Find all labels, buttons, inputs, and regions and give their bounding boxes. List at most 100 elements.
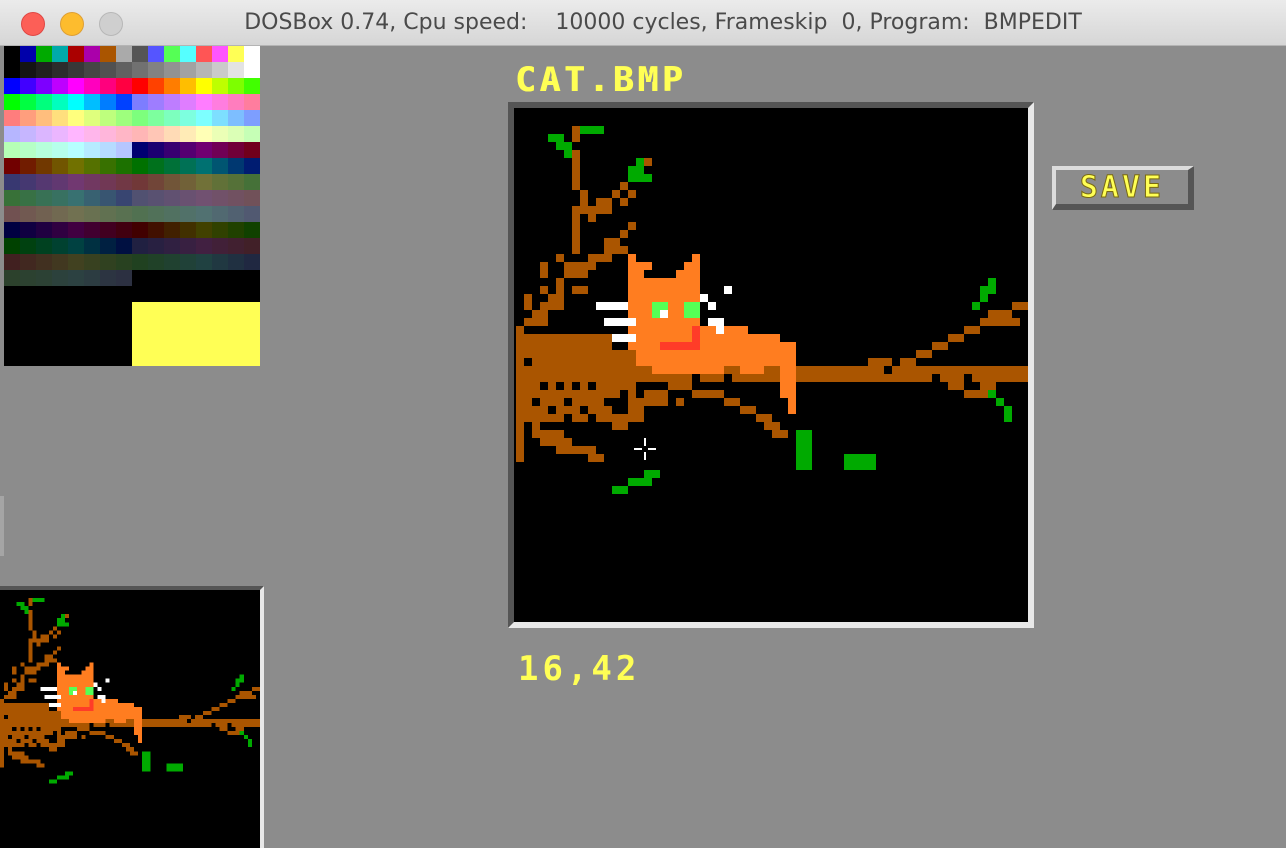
palette-swatch[interactable] xyxy=(164,110,180,126)
palette-swatch[interactable] xyxy=(84,110,100,126)
palette-swatch[interactable] xyxy=(180,158,196,174)
palette-swatch[interactable] xyxy=(116,62,132,78)
palette-swatch[interactable] xyxy=(148,110,164,126)
palette-swatch[interactable] xyxy=(148,158,164,174)
palette-swatch[interactable] xyxy=(212,126,228,142)
palette-swatch[interactable] xyxy=(164,158,180,174)
palette-swatch[interactable] xyxy=(228,222,244,238)
palette-swatch[interactable] xyxy=(68,238,84,254)
palette-swatch[interactable] xyxy=(52,190,68,206)
palette-swatch[interactable] xyxy=(164,254,180,270)
palette-swatch[interactable] xyxy=(228,110,244,126)
palette-swatch[interactable] xyxy=(84,158,100,174)
palette-swatch[interactable] xyxy=(148,142,164,158)
palette-swatch[interactable] xyxy=(84,46,100,62)
palette-swatch[interactable] xyxy=(100,206,116,222)
palette-swatch[interactable] xyxy=(180,110,196,126)
palette-swatch[interactable] xyxy=(4,206,20,222)
palette-swatch[interactable] xyxy=(196,46,212,62)
palette-swatch[interactable] xyxy=(116,222,132,238)
palette-swatch[interactable] xyxy=(4,94,20,110)
palette-swatch[interactable] xyxy=(52,222,68,238)
palette-swatch[interactable] xyxy=(228,190,244,206)
palette-swatch[interactable] xyxy=(36,94,52,110)
palette-swatch[interactable] xyxy=(196,62,212,78)
palette-swatch[interactable] xyxy=(244,238,260,254)
palette-swatch[interactable] xyxy=(36,270,52,286)
palette-swatch[interactable] xyxy=(132,46,148,62)
palette-swatch[interactable] xyxy=(132,126,148,142)
palette-swatch[interactable] xyxy=(244,174,260,190)
palette-swatch[interactable] xyxy=(244,46,260,62)
palette-swatch[interactable] xyxy=(180,94,196,110)
palette-swatch[interactable] xyxy=(164,62,180,78)
palette-swatch[interactable] xyxy=(228,238,244,254)
palette-swatch[interactable] xyxy=(100,238,116,254)
palette-swatch[interactable] xyxy=(68,62,84,78)
palette-swatch[interactable] xyxy=(68,222,84,238)
palette-swatch[interactable] xyxy=(212,78,228,94)
palette-swatch[interactable] xyxy=(132,142,148,158)
palette-swatch[interactable] xyxy=(52,126,68,142)
palette-swatch[interactable] xyxy=(132,238,148,254)
palette-swatch[interactable] xyxy=(132,78,148,94)
palette-swatch[interactable] xyxy=(196,142,212,158)
palette-swatch[interactable] xyxy=(212,46,228,62)
palette-swatch[interactable] xyxy=(164,46,180,62)
palette-swatch[interactable] xyxy=(68,110,84,126)
palette-swatch[interactable] xyxy=(20,238,36,254)
palette-swatch[interactable] xyxy=(68,254,84,270)
palette-swatch[interactable] xyxy=(84,206,100,222)
palette-swatch[interactable] xyxy=(4,222,20,238)
palette-swatch[interactable] xyxy=(228,174,244,190)
palette-swatch[interactable] xyxy=(4,174,20,190)
palette-swatch[interactable] xyxy=(228,254,244,270)
palette-swatch[interactable] xyxy=(84,238,100,254)
palette-swatch[interactable] xyxy=(100,254,116,270)
palette-swatch[interactable] xyxy=(116,46,132,62)
palette-swatch[interactable] xyxy=(100,222,116,238)
palette-swatch[interactable] xyxy=(4,78,20,94)
palette-swatch[interactable] xyxy=(68,270,84,286)
palette-swatch[interactable] xyxy=(132,62,148,78)
palette-swatch[interactable] xyxy=(244,190,260,206)
palette-swatch[interactable] xyxy=(196,158,212,174)
palette-swatch[interactable] xyxy=(212,270,228,286)
palette-swatch[interactable] xyxy=(196,254,212,270)
palette-swatch[interactable] xyxy=(68,78,84,94)
palette-swatch[interactable] xyxy=(180,254,196,270)
palette-swatch[interactable] xyxy=(164,270,180,286)
palette-swatch[interactable] xyxy=(132,158,148,174)
palette-swatch[interactable] xyxy=(52,238,68,254)
palette-swatch[interactable] xyxy=(20,206,36,222)
palette-swatch[interactable] xyxy=(100,78,116,94)
palette-swatch[interactable] xyxy=(100,110,116,126)
palette-swatch[interactable] xyxy=(244,110,260,126)
palette-swatch[interactable] xyxy=(84,254,100,270)
color-palette[interactable] xyxy=(4,46,260,366)
palette-swatch[interactable] xyxy=(20,222,36,238)
palette-swatch[interactable] xyxy=(20,78,36,94)
selected-color-swatch[interactable] xyxy=(132,302,260,366)
palette-swatch[interactable] xyxy=(84,222,100,238)
palette-swatch[interactable] xyxy=(100,126,116,142)
palette-swatch[interactable] xyxy=(100,158,116,174)
palette-swatch[interactable] xyxy=(132,270,148,286)
palette-swatch[interactable] xyxy=(212,174,228,190)
palette-swatch[interactable] xyxy=(228,46,244,62)
palette-swatch[interactable] xyxy=(180,238,196,254)
palette-swatch[interactable] xyxy=(20,142,36,158)
palette-swatch[interactable] xyxy=(4,110,20,126)
palette-swatch[interactable] xyxy=(180,222,196,238)
palette-swatch[interactable] xyxy=(148,206,164,222)
palette-swatch[interactable] xyxy=(212,110,228,126)
palette-swatch[interactable] xyxy=(100,142,116,158)
palette-swatch[interactable] xyxy=(52,254,68,270)
palette-swatch[interactable] xyxy=(84,94,100,110)
palette-swatch[interactable] xyxy=(52,94,68,110)
palette-swatch[interactable] xyxy=(116,126,132,142)
palette-swatch[interactable] xyxy=(116,174,132,190)
palette-swatch[interactable] xyxy=(244,270,260,286)
palette-swatch[interactable] xyxy=(84,270,100,286)
palette-swatch[interactable] xyxy=(100,174,116,190)
